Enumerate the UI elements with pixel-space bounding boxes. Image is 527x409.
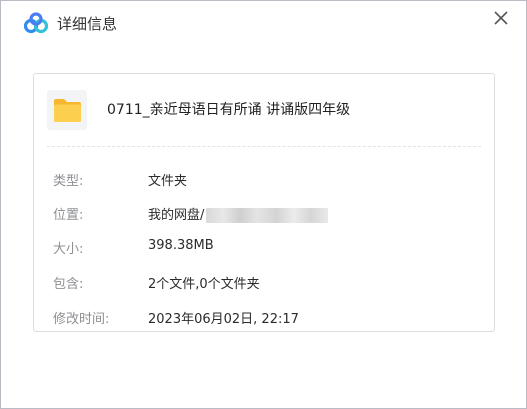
detail-row-contains: 包含: 2个文件,0个文件夹: [53, 273, 483, 293]
dialog-titlebar: 详细信息: [1, 1, 526, 45]
file-name: 0711_亲近母语日有所诵 讲诵版四年级: [107, 102, 351, 118]
location-value-wrapper: 我的网盘/: [148, 204, 329, 223]
type-label: 类型:: [53, 174, 84, 189]
detail-row-location: 位置: 我的网盘/: [53, 204, 483, 224]
detail-row-type: 类型: 文件夹: [53, 170, 483, 190]
close-icon[interactable]: [490, 7, 512, 29]
contains-value: 2个文件,0个文件夹: [148, 277, 260, 292]
detail-row-modified: 修改时间: 2023年06月02日, 22:17: [53, 308, 483, 328]
location-label: 位置:: [53, 208, 84, 223]
dialog-title: 详细信息: [57, 15, 118, 33]
details-card: 0711_亲近母语日有所诵 讲诵版四年级 类型: 文件夹 位置: 我的网盘/ 大…: [33, 73, 495, 332]
contains-label: 包含:: [53, 277, 84, 292]
detail-row-size: 大小: 398.38MB: [53, 238, 483, 258]
redacted-path: [206, 208, 329, 223]
folder-thumbnail: [47, 90, 87, 130]
baidu-netdisk-logo-icon: [23, 12, 49, 34]
divider: [47, 146, 481, 147]
location-value[interactable]: 我的网盘/: [148, 208, 204, 223]
modified-label: 修改时间:: [53, 312, 110, 327]
size-value: 398.38MB: [148, 238, 214, 253]
type-value: 文件夹: [148, 174, 188, 189]
modified-value: 2023年06月02日, 22:17: [148, 312, 299, 327]
folder-icon: [54, 99, 81, 122]
details-dialog: 详细信息 0711_亲近母语日有所诵 讲诵版四年级 类型: 文件夹 位置: 我的…: [0, 0, 527, 409]
size-label: 大小:: [53, 242, 84, 257]
